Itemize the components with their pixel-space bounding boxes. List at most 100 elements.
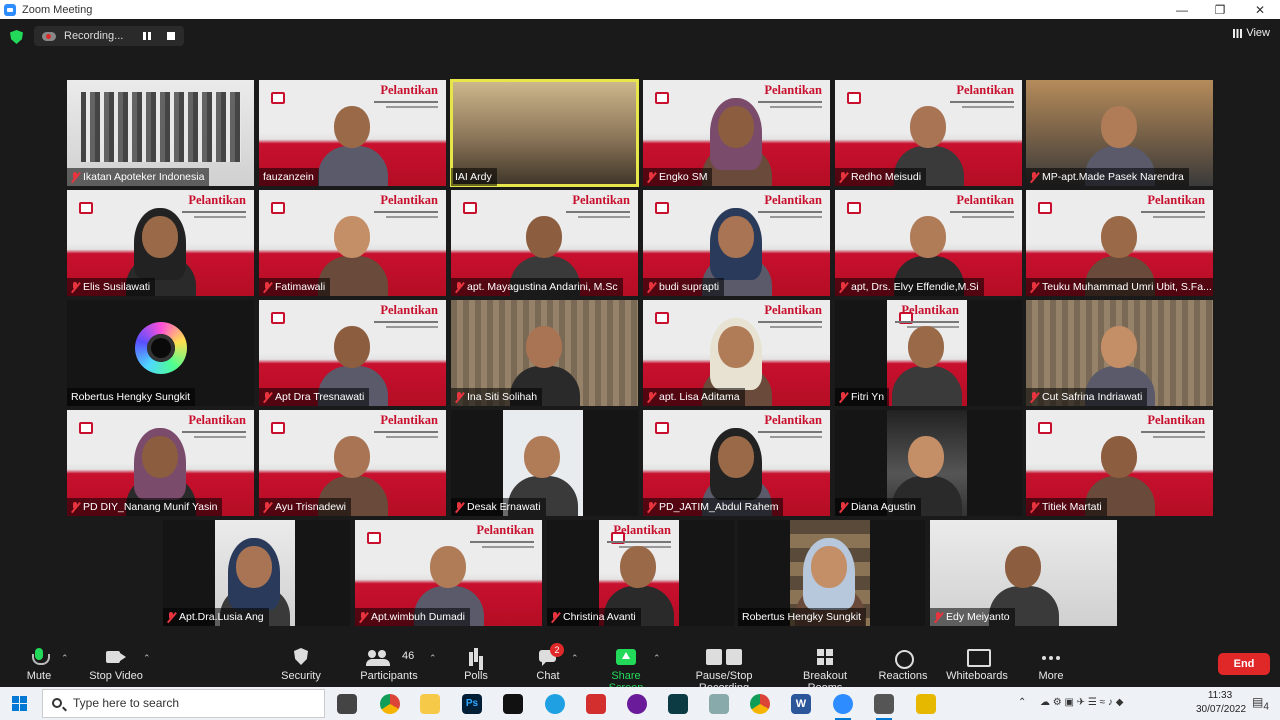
participant-tile[interactable]: Desak Ernawati: [451, 410, 638, 516]
participant-name-label: IAI Ardy: [451, 168, 497, 186]
participant-tile[interactable]: Pelantikan fauzanzein: [259, 80, 446, 186]
muted-mic-icon: [1030, 391, 1039, 403]
taskbar-clock[interactable]: 11:33 30/07/2022: [1196, 689, 1246, 717]
participant-tile[interactable]: Cut Safrina Indriawati: [1026, 300, 1213, 406]
participant-tile[interactable]: Pelantikan Engko SM: [643, 80, 830, 186]
muted-mic-icon: [167, 611, 176, 623]
participant-tile[interactable]: Ina Siti Solihah: [451, 300, 638, 406]
task-view-icon[interactable]: [337, 694, 357, 714]
maximize-icon[interactable]: ❐: [1200, 0, 1240, 19]
breakout-rooms-button[interactable]: Breakout Rooms: [786, 644, 864, 694]
mute-button[interactable]: Mute: [16, 644, 62, 686]
participant-tile[interactable]: MP-apt.Made Pasek Narendra: [1026, 80, 1213, 186]
participant-tile[interactable]: Pelantikan Fitri Yn: [835, 300, 1022, 406]
participant-name-label: Ayu Trisnadewi: [259, 498, 352, 516]
participant-name-label: budi suprapti: [643, 278, 725, 296]
participant-tile[interactable]: Pelantikan Teuku Muhammad Umri Ubit, S.Fa…: [1026, 190, 1213, 296]
participant-tile[interactable]: Pelantikan Apt.wimbuh Dumadi: [355, 520, 542, 626]
video-options-chevron-icon[interactable]: ⌃: [143, 653, 151, 664]
view-button[interactable]: View: [1233, 27, 1270, 39]
notifications-icon[interactable]: ▤4: [1252, 695, 1269, 712]
chat-icon: 2: [538, 643, 564, 666]
terminal-icon[interactable]: [668, 694, 688, 714]
taskbar-search-box[interactable]: Type here to search: [42, 689, 325, 718]
participant-tile[interactable]: Pelantikan PD_JATIM_Abdul Rahem: [643, 410, 830, 516]
participant-name-label: Redho Meisudi: [835, 168, 927, 186]
recording-label: Recording...: [64, 30, 124, 42]
participant-name-label: Teuku Muhammad Umri Ubit, S.Fa...: [1026, 278, 1213, 296]
participant-tile[interactable]: Robertus Hengky Sungkit: [67, 300, 254, 406]
more-dots-icon: [1041, 648, 1061, 666]
muted-mic-icon: [647, 171, 656, 183]
participant-tile[interactable]: Pelantikan Christina Avanti: [547, 520, 734, 626]
audio-options-chevron-icon[interactable]: ⌃: [61, 653, 69, 664]
close-icon[interactable]: ✕: [1240, 0, 1280, 19]
share-options-chevron-icon[interactable]: ⌃: [653, 653, 661, 664]
app-icon[interactable]: [503, 694, 523, 714]
polls-button[interactable]: Polls: [460, 644, 492, 686]
participant-name-label: Titiek Martati: [1026, 498, 1107, 516]
participant-tile[interactable]: Pelantikan budi suprapti: [643, 190, 830, 296]
security-button[interactable]: Security: [278, 644, 324, 686]
photoshop-icon[interactable]: Ps: [462, 694, 482, 714]
chrome-icon[interactable]: [380, 694, 400, 714]
iai-logo-icon: [847, 92, 861, 104]
file-explorer-icon[interactable]: [420, 694, 440, 714]
banner-title: Pelantikan: [764, 303, 822, 317]
chat-options-chevron-icon[interactable]: ⌃: [571, 653, 579, 664]
participants-button[interactable]: 46 Participants: [358, 644, 420, 686]
zoom-taskbar-icon[interactable]: [833, 694, 853, 720]
headphones-icon[interactable]: [627, 694, 647, 714]
acrobat-icon[interactable]: [586, 694, 606, 714]
banner-title: Pelantikan: [1147, 413, 1205, 427]
meeting-app-icon[interactable]: [874, 694, 894, 720]
chat-button[interactable]: 2 Chat: [530, 643, 566, 686]
pen-tool-icon[interactable]: [709, 694, 729, 714]
chrome-icon-2[interactable]: [750, 694, 770, 714]
sketch-app-icon[interactable]: [916, 694, 936, 714]
participants-options-chevron-icon[interactable]: ⌃: [429, 653, 437, 664]
participant-tile[interactable]: Pelantikan apt, Drs. Elvy Effendie,M.Si: [835, 190, 1022, 296]
tray-chevron-icon[interactable]: ⌃: [1018, 697, 1026, 708]
iai-logo-icon: [271, 422, 285, 434]
recording-indicator: Recording...: [34, 26, 184, 46]
participant-tile[interactable]: IAI Ardy: [450, 79, 639, 187]
participant-name-label: Robertus Hengky Sungkit: [738, 608, 867, 626]
pause-recording-icon[interactable]: [143, 32, 151, 40]
reactions-button[interactable]: Reactions: [878, 644, 928, 686]
end-meeting-button[interactable]: End: [1218, 653, 1270, 675]
pause-stop-recording-button[interactable]: Pause/Stop Recording: [672, 644, 776, 694]
participant-tile[interactable]: Pelantikan Fatimawali: [259, 190, 446, 296]
participant-tile[interactable]: Pelantikan Redho Meisudi: [835, 80, 1022, 186]
participant-tile[interactable]: Pelantikan apt. Mayagustina Andarini, M.S…: [451, 190, 638, 296]
participant-tile[interactable]: Pelantikan PD DIY_Nanang Munif Yasin: [67, 410, 254, 516]
tray-icons[interactable]: ☁ ⚙ ▣ ✈ ☰ ≈ ♪ ◆: [1040, 697, 1123, 708]
participant-name-label: apt, Drs. Elvy Effendie,M.Si: [835, 278, 984, 296]
share-screen-icon: [616, 648, 636, 666]
participant-tile[interactable]: Pelantikan Apt Dra Tresnawati: [259, 300, 446, 406]
edge-icon[interactable]: [545, 694, 565, 714]
participant-tile[interactable]: Pelantikan apt. Lisa Aditama: [643, 300, 830, 406]
participant-name-label: PD_JATIM_Abdul Rahem: [643, 498, 784, 516]
minimize-icon[interactable]: —: [1162, 0, 1202, 19]
participant-tile[interactable]: Pelantikan Elis Susilawati: [67, 190, 254, 296]
whiteboards-button[interactable]: Whiteboards: [944, 644, 1010, 686]
participant-tile[interactable]: Diana Agustin: [835, 410, 1022, 516]
more-button[interactable]: More: [1034, 644, 1068, 686]
share-screen-button[interactable]: Share Screen: [594, 644, 658, 694]
banner-title: Pelantikan: [764, 193, 822, 207]
participant-tile[interactable]: Edy Meiyanto: [930, 520, 1117, 626]
encryption-shield-icon[interactable]: [10, 30, 23, 44]
participant-tile[interactable]: Ikatan Apoteker Indonesia: [67, 80, 254, 186]
stop-video-button[interactable]: Stop Video: [86, 644, 146, 686]
banner-title: Pelantikan: [1147, 193, 1205, 207]
windows-taskbar: Type here to search Ps W ⌃ ☁ ⚙ ▣ ✈ ☰ ≈ ♪…: [0, 687, 1280, 720]
iai-logo-icon: [655, 202, 669, 214]
participant-tile[interactable]: Robertus Hengky Sungkit: [738, 520, 925, 626]
windows-start-icon[interactable]: [12, 696, 28, 712]
stop-recording-icon[interactable]: [167, 32, 175, 40]
participant-tile[interactable]: Pelantikan Titiek Martati: [1026, 410, 1213, 516]
word-icon[interactable]: W: [791, 694, 811, 714]
participant-tile[interactable]: Apt.Dra.Lusia Ang: [163, 520, 350, 626]
participant-tile[interactable]: Pelantikan Ayu Trisnadewi: [259, 410, 446, 516]
